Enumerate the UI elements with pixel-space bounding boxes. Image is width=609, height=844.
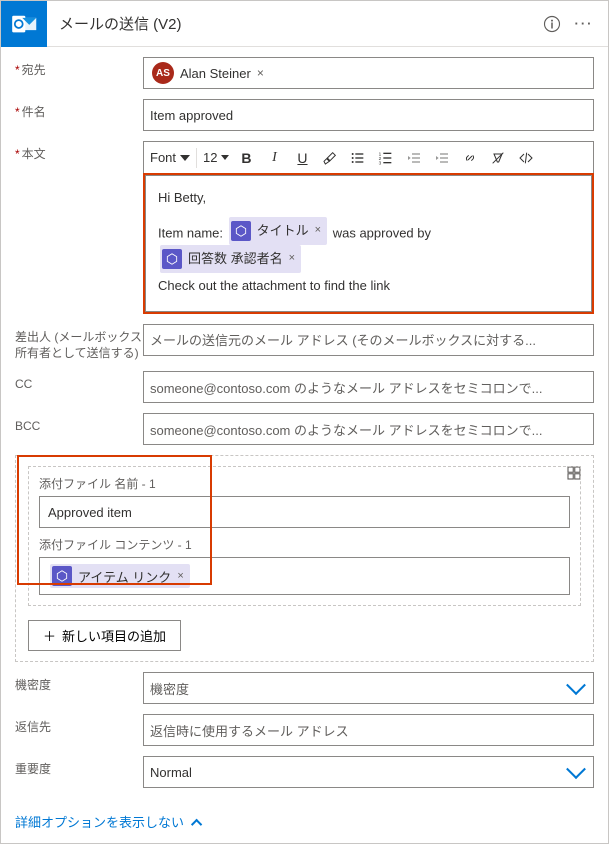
cc-placeholder: someone@contoso.com のようなメール アドレスをセミコロンで.… <box>150 378 542 397</box>
font-select[interactable]: Font <box>150 150 190 165</box>
from-placeholder: メールの送信元のメール アドレス (そのメールボックスに対する... <box>150 330 536 349</box>
link-button[interactable] <box>459 147 481 169</box>
label-importance: 重要度 <box>15 756 143 778</box>
sensitivity-placeholder: 機密度 <box>150 679 189 698</box>
close-icon[interactable]: × <box>289 249 295 269</box>
subject-value: Item approved <box>150 108 233 123</box>
label-bcc: BCC <box>15 413 143 435</box>
row-bcc: BCC someone@contoso.com のようなメール アドレスをセミコ… <box>15 413 594 445</box>
body-editor[interactable]: Hi Betty, Item name: タイトル × was approved… <box>145 175 592 312</box>
row-cc: CC someone@contoso.com のようなメール アドレスをセミコロ… <box>15 371 594 403</box>
row-sensitivity: 機密度 機密度 <box>15 672 594 704</box>
row-importance: 重要度 Normal <box>15 756 594 788</box>
bullet-list-button[interactable] <box>347 147 369 169</box>
close-icon[interactable]: × <box>177 570 183 582</box>
close-icon[interactable]: × <box>315 221 321 241</box>
body-line-token2: 回答数 承認者名 × <box>158 245 579 273</box>
body-line-greeting: Hi Betty, <box>158 186 579 209</box>
underline-button[interactable]: U <box>291 147 313 169</box>
attach-name-value: Approved item <box>48 505 132 520</box>
bcc-placeholder: someone@contoso.com のようなメール アドレスをセミコロンで.… <box>150 420 542 439</box>
dynamic-content-icon <box>162 249 182 269</box>
add-new-item-button[interactable]: ＋ 新しい項目の追加 <box>28 620 181 651</box>
footer: 詳細オプションを表示しない <box>1 804 608 843</box>
row-subject: 件名 Item approved <box>15 99 594 131</box>
label-body: 本文 <box>15 141 143 163</box>
token-title[interactable]: タイトル × <box>229 217 327 244</box>
row-replyto: 返信先 返信時に使用するメール アドレス <box>15 714 594 746</box>
outdent-button[interactable] <box>403 147 425 169</box>
outlook-icon <box>1 1 47 47</box>
avatar: AS <box>152 62 174 84</box>
highlight-button[interactable] <box>319 147 341 169</box>
send-email-card: メールの送信 (V2) ··· 宛先 AS Alan Steiner × 件名 <box>0 0 609 844</box>
token-item-link[interactable]: アイテム リンク × <box>50 564 190 588</box>
chevron-up-icon <box>191 819 202 830</box>
attach-content-field[interactable]: アイテム リンク × <box>39 557 570 595</box>
row-to: 宛先 AS Alan Steiner × <box>15 57 594 89</box>
italic-button[interactable]: I <box>263 147 285 169</box>
attachments-section: 添付ファイル 名前 - 1 Approved item 添付ファイル コンテンツ… <box>15 455 594 662</box>
hide-advanced-options-link[interactable]: 詳細オプションを表示しない <box>15 815 202 830</box>
editor-toolbar: Font 12 B I U 123 <box>143 141 594 173</box>
label-to: 宛先 <box>15 57 143 79</box>
close-icon[interactable]: × <box>257 66 264 80</box>
info-icon[interactable] <box>536 8 568 40</box>
token-approver[interactable]: 回答数 承認者名 × <box>160 245 301 272</box>
card-title: メールの送信 (V2) <box>47 13 536 34</box>
cc-field[interactable]: someone@contoso.com のようなメール アドレスをセミコロンで.… <box>143 371 594 403</box>
bold-button[interactable]: B <box>235 147 257 169</box>
attach-content-label: 添付ファイル コンテンツ - 1 <box>39 536 570 553</box>
attach-name-label: 添付ファイル 名前 - 1 <box>39 475 570 492</box>
number-list-button[interactable]: 123 <box>375 147 397 169</box>
label-replyto: 返信先 <box>15 714 143 736</box>
more-icon[interactable]: ··· <box>568 8 600 40</box>
editor-highlight: Hi Betty, Item name: タイトル × was approved… <box>143 173 594 314</box>
importance-value: Normal <box>150 765 192 780</box>
body-line-3: Check out the attachment to find the lin… <box>158 274 579 297</box>
row-from: 差出人 (メールボックス所有者として送信する) メールの送信元のメール アドレス… <box>15 324 594 361</box>
importance-select[interactable]: Normal <box>143 756 594 788</box>
attachment-item-1: 添付ファイル 名前 - 1 Approved item 添付ファイル コンテンツ… <box>28 466 581 606</box>
recipient-chip[interactable]: AS Alan Steiner × <box>150 60 270 86</box>
plus-icon: ＋ <box>43 626 56 645</box>
replyto-field[interactable]: 返信時に使用するメール アドレス <box>143 714 594 746</box>
to-field[interactable]: AS Alan Steiner × <box>143 57 594 89</box>
label-sensitivity: 機密度 <box>15 672 143 694</box>
bcc-field[interactable]: someone@contoso.com のようなメール アドレスをセミコロンで.… <box>143 413 594 445</box>
replyto-placeholder: 返信時に使用するメール アドレス <box>150 721 349 740</box>
card-header: メールの送信 (V2) ··· <box>1 1 608 47</box>
label-cc: CC <box>15 371 143 393</box>
clear-format-button[interactable] <box>487 147 509 169</box>
indent-button[interactable] <box>431 147 453 169</box>
sensitivity-select[interactable]: 機密度 <box>143 672 594 704</box>
from-field[interactable]: メールの送信元のメール アドレス (そのメールボックスに対する... <box>143 324 594 356</box>
label-subject: 件名 <box>15 99 143 121</box>
subject-field[interactable]: Item approved <box>143 99 594 131</box>
recipient-name: Alan Steiner <box>180 66 251 81</box>
label-from: 差出人 (メールボックス所有者として送信する) <box>15 324 143 361</box>
card-body: 宛先 AS Alan Steiner × 件名 Item approved <box>1 47 608 804</box>
body-line-2: Item name: タイトル × was approved by <box>158 217 579 245</box>
attach-name-field[interactable]: Approved item <box>39 496 570 528</box>
code-view-button[interactable] <box>515 147 537 169</box>
dynamic-content-icon <box>231 221 251 241</box>
dynamic-content-icon <box>52 566 72 586</box>
row-body: 本文 Font 12 B I U 123 <box>15 141 594 314</box>
svg-text:3: 3 <box>379 160 382 165</box>
font-size-select[interactable]: 12 <box>203 150 229 165</box>
